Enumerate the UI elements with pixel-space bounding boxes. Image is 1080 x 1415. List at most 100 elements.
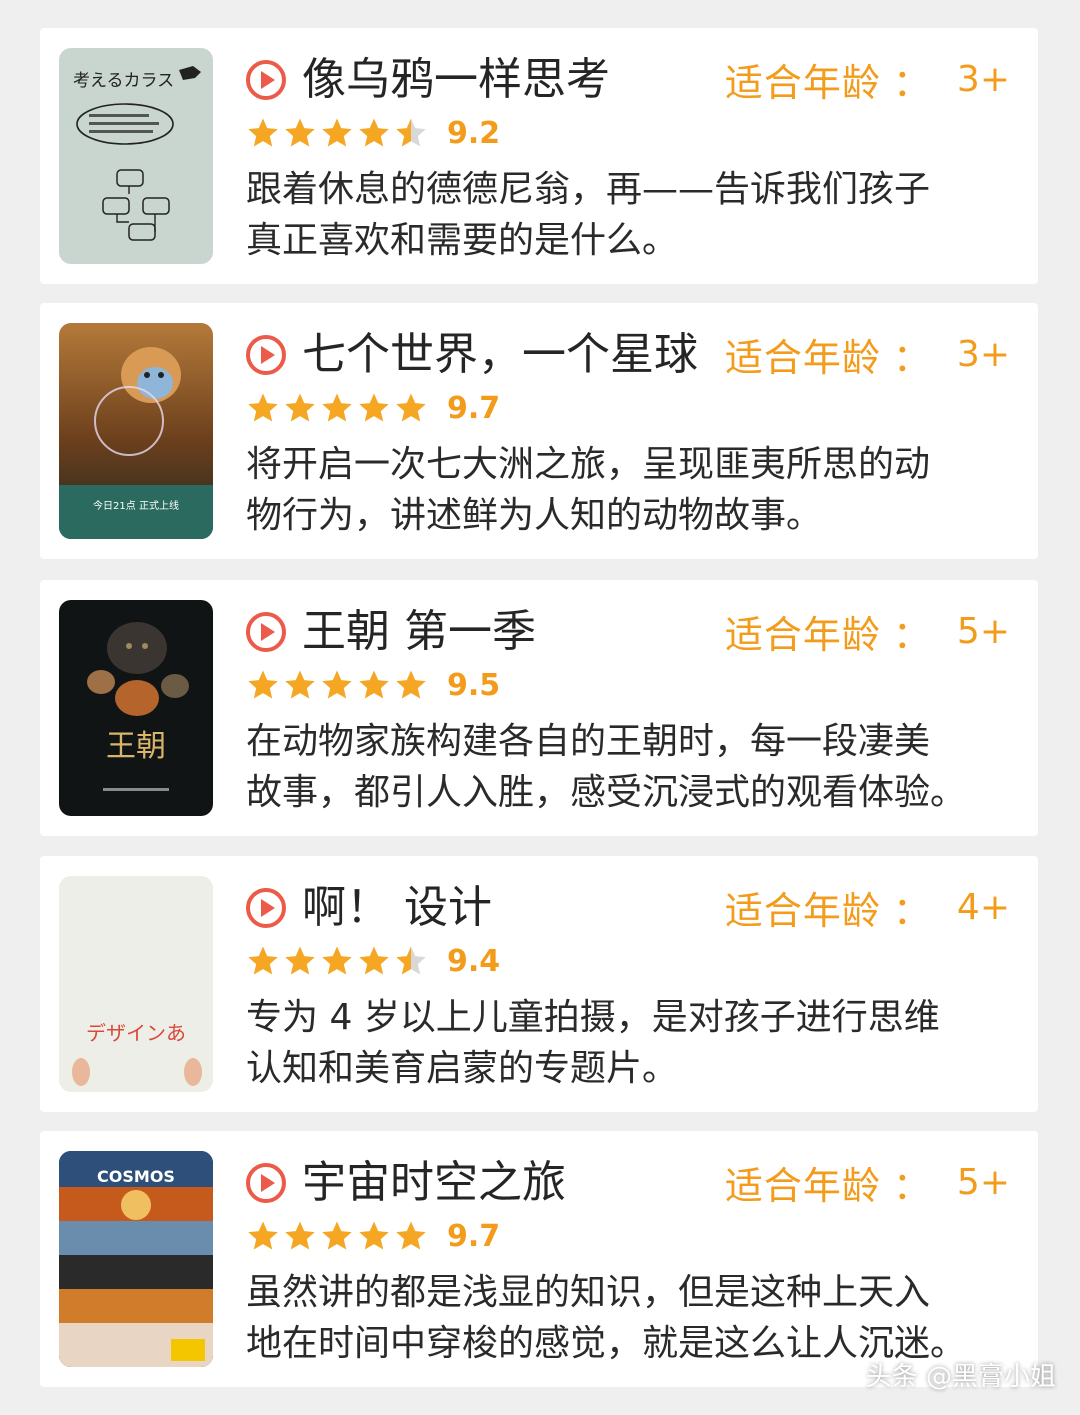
age-range: 适合年龄 ： 4+	[724, 882, 1010, 933]
age-range: 适合年龄 ： 3+	[724, 329, 1010, 380]
documentary-description: 在动物家族构建各自的王朝时，每一段凄美 故事，都引人入胜，感受沉浸式的观看体验。	[246, 716, 1026, 818]
description-line: 真正喜欢和需要的是什么。	[246, 220, 679, 261]
documentary-card[interactable]: 今日21点 正式上线 七个世界，一个星球 适合年龄 ： 3+ 9.7 将开启一次…	[40, 303, 1038, 559]
documentary-description: 跟着休息的德德尼翁，再——告诉我们孩子 真正喜欢和需要的是什么。	[246, 164, 1026, 266]
age-colon: ：	[892, 612, 931, 657]
poster-title-text: COSMOS	[97, 1167, 175, 1186]
star-icon	[285, 118, 315, 147]
star-icon	[359, 118, 389, 147]
star-icon	[285, 946, 315, 975]
poster-image[interactable]: COSMOS	[59, 1151, 213, 1367]
poster-image[interactable]: 王朝	[59, 600, 213, 816]
star-rating	[246, 668, 431, 702]
documentary-card[interactable]: COSMOS 宇宙时空之旅 适合年龄 ： 5+ 9.7 虽然讲的都是浅显的知识，…	[40, 1131, 1038, 1387]
poster-caption-text: 今日21点 正式上线	[93, 499, 179, 512]
star-icon	[285, 393, 315, 422]
star-icon	[396, 1221, 426, 1250]
documentary-description: 专为 4 岁以上儿童拍摄，是对孩子进行思维 认知和美育启蒙的专题片。	[246, 992, 1026, 1094]
star-icon	[248, 393, 278, 422]
poster-title-text: 考えるカラス	[73, 71, 174, 91]
age-value: 3+	[956, 333, 1010, 375]
age-colon: ：	[892, 60, 931, 105]
rating-score: 9.2	[447, 115, 501, 151]
star-icon	[322, 670, 352, 699]
star-rating	[246, 1219, 431, 1253]
documentary-description: 将开启一次七大洲之旅，呈现匪夷所思的动 物行为，讲述鲜为人知的动物故事。	[246, 439, 1026, 541]
play-circle-icon[interactable]	[244, 333, 288, 377]
description-line: 将开启一次七大洲之旅，呈现匪夷所思的动	[246, 444, 931, 485]
description-line: 专为 4 岁以上儿童拍摄，是对孩子进行思维	[246, 997, 940, 1038]
rating: 9.4	[246, 940, 500, 982]
watermark-text: 头条 @黑膏小姐	[865, 1362, 1056, 1392]
description-line: 故事，都引人入胜，感受沉浸式的观看体验。	[246, 772, 967, 813]
rating: 9.7	[246, 1215, 500, 1257]
documentary-card[interactable]: 考えるカラス 像乌鸦一样思考 适合年龄 ： 3+ 9.2 跟着休息的德德尼翁，再…	[40, 28, 1038, 284]
documentary-description: 虽然讲的都是浅显的知识，但是这种上天入 地在时间中穿梭的感觉，就是这么让人沉迷。	[246, 1267, 1026, 1369]
star-icon	[248, 1221, 278, 1250]
documentary-card[interactable]: 王朝 王朝 第一季 适合年龄 ： 5+ 9.5 在动物家族构建各自的王朝时，每一…	[40, 580, 1038, 836]
documentary-title[interactable]: 七个世界，一个星球	[302, 327, 698, 383]
description-line: 跟着休息的德德尼翁，再——告诉我们孩子	[246, 169, 931, 210]
description-line: 虽然讲的都是浅显的知识，但是这种上天入	[246, 1272, 931, 1313]
rating-score: 9.7	[447, 390, 501, 426]
star-icon	[359, 393, 389, 422]
star-icon	[322, 1221, 352, 1250]
age-range: 适合年龄 ： 5+	[724, 606, 1010, 657]
poster-image[interactable]: デザインあ	[59, 876, 213, 1092]
age-label: 适合年龄	[724, 612, 881, 657]
poster-image[interactable]: 考えるカラス	[59, 48, 213, 264]
rating: 9.5	[246, 664, 500, 706]
star-icon	[248, 946, 278, 975]
age-range: 适合年龄 ： 5+	[724, 1157, 1010, 1208]
poster-image[interactable]: 今日21点 正式上线	[59, 323, 213, 539]
rating-score: 9.4	[447, 943, 501, 979]
documentary-list: 考えるカラス 像乌鸦一样思考 适合年龄 ： 3+ 9.2 跟着休息的德德尼翁，再…	[0, 0, 1080, 1415]
rating-score: 9.7	[447, 1218, 501, 1254]
star-icon	[322, 393, 352, 422]
age-value: 5+	[956, 610, 1010, 652]
poster-title-text: 王朝	[106, 729, 166, 764]
rating: 9.2	[246, 112, 500, 154]
age-value: 4+	[956, 886, 1010, 928]
star-icon	[322, 946, 352, 975]
age-colon: ：	[892, 1163, 931, 1208]
age-label: 适合年龄	[724, 60, 881, 105]
age-label: 适合年龄	[724, 888, 881, 933]
star-icon	[285, 670, 315, 699]
documentary-card[interactable]: デザインあ 啊！ 设计 适合年龄 ： 4+ 9.4 专为 4 岁以上儿童拍摄，是…	[40, 856, 1038, 1112]
documentary-title[interactable]: 啊！ 设计	[302, 880, 492, 936]
description-line: 在动物家族构建各自的王朝时，每一段凄美	[246, 721, 931, 762]
star-icon	[396, 946, 426, 975]
play-circle-icon[interactable]	[244, 886, 288, 930]
play-circle-icon[interactable]	[244, 1161, 288, 1205]
star-icon	[359, 670, 389, 699]
star-icon	[248, 118, 278, 147]
description-line: 物行为，讲述鲜为人知的动物故事。	[246, 495, 823, 536]
star-icon	[322, 118, 352, 147]
documentary-title[interactable]: 像乌鸦一样思考	[302, 52, 610, 108]
star-rating	[246, 391, 431, 425]
star-icon	[359, 1221, 389, 1250]
documentary-title[interactable]: 王朝 第一季	[302, 604, 536, 660]
star-icon	[396, 393, 426, 422]
description-line: 认知和美育启蒙的专题片。	[246, 1048, 679, 1089]
age-range: 适合年龄 ： 3+	[724, 54, 1010, 105]
age-value: 3+	[956, 58, 1010, 100]
star-rating	[246, 116, 431, 150]
documentary-title[interactable]: 宇宙时空之旅	[302, 1155, 566, 1211]
age-colon: ：	[892, 888, 931, 933]
age-colon: ：	[892, 335, 931, 380]
age-label: 适合年龄	[724, 335, 881, 380]
play-circle-icon[interactable]	[244, 610, 288, 654]
rating: 9.7	[246, 387, 500, 429]
star-icon	[359, 946, 389, 975]
star-icon	[248, 670, 278, 699]
star-icon	[285, 1221, 315, 1250]
age-value: 5+	[956, 1161, 1010, 1203]
rating-score: 9.5	[447, 667, 501, 703]
poster-title-text: デザインあ	[86, 1021, 186, 1045]
star-rating	[246, 944, 431, 978]
star-icon	[396, 670, 426, 699]
age-label: 适合年龄	[724, 1163, 881, 1208]
play-circle-icon[interactable]	[244, 58, 288, 102]
